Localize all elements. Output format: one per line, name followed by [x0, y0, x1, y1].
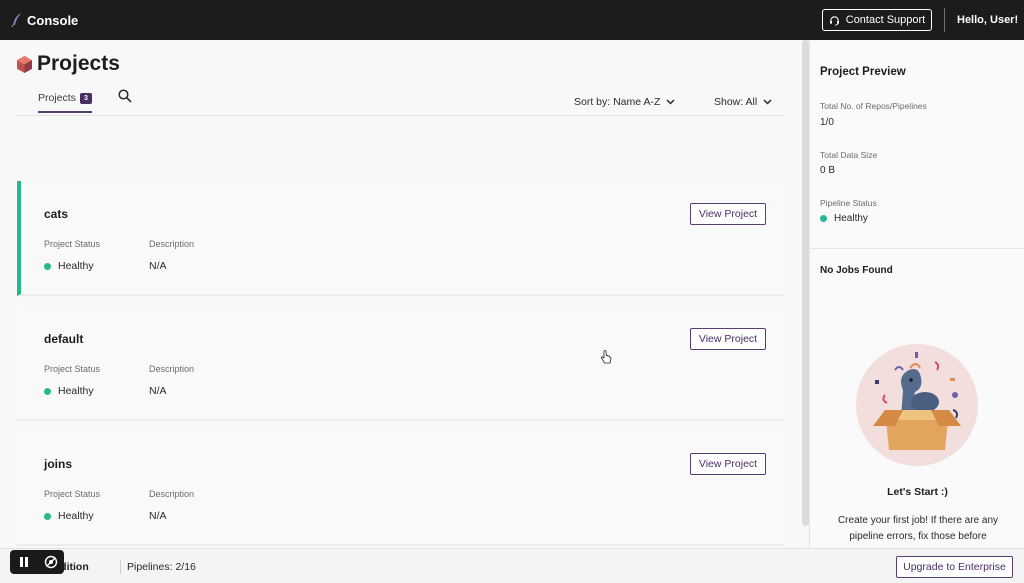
project-card-joins[interactable]: joins View Project Project Status Descri…: [17, 431, 784, 546]
show-dropdown[interactable]: Show: All: [714, 96, 772, 108]
healthy-status-dot: [820, 215, 827, 222]
project-status-label: Project Status: [44, 239, 101, 249]
footer-divider: [120, 560, 121, 574]
healthy-status-dot: [44, 512, 51, 520]
project-card-cats[interactable]: cats View Project Project Status Descrip…: [17, 181, 784, 296]
view-project-button[interactable]: View Project: [690, 453, 766, 475]
headset-icon: [829, 15, 839, 25]
user-greeting[interactable]: Hello, User!: [957, 14, 1018, 26]
description-value: N/A: [149, 385, 167, 397]
brand[interactable]: Console: [11, 12, 78, 28]
project-status-label: Project Status: [44, 364, 101, 374]
top-bar: Console Contact Support Hello, User!: [0, 0, 1024, 40]
pipeline-status-value: Healthy: [820, 213, 868, 224]
footer-bar: ity Edition Pipelines: 2/16 Upgrade to E…: [0, 548, 1024, 583]
preview-title: Project Preview: [820, 66, 906, 78]
healthy-status-dot: [44, 262, 51, 270]
upgrade-to-enterprise-button[interactable]: Upgrade to Enterprise: [896, 556, 1013, 578]
project-status-text: Healthy: [58, 510, 94, 522]
healthy-status-dot: [44, 387, 51, 395]
project-status-value: Healthy: [44, 260, 94, 272]
project-preview-panel: Project Preview Total No. of Repos/Pipel…: [809, 40, 1024, 548]
project-status-text: Healthy: [58, 260, 94, 272]
page-title: Projects: [37, 52, 120, 75]
project-status-value: Healthy: [44, 385, 94, 397]
view-project-button[interactable]: View Project: [690, 203, 766, 225]
page-header: Projects: [17, 52, 120, 76]
pipeline-status-label: Pipeline Status: [820, 198, 877, 208]
main-scrollbar[interactable]: [802, 40, 809, 526]
pipelines-count: Pipelines: 2/16: [127, 561, 196, 573]
feather-logo-icon: [11, 13, 21, 28]
description-value: N/A: [149, 510, 167, 522]
brand-label: Console: [27, 12, 79, 28]
contact-support-button[interactable]: Contact Support: [822, 9, 932, 31]
search-icon[interactable]: [118, 89, 132, 103]
project-status-value: Healthy: [44, 510, 94, 522]
tab-projects[interactable]: Projects 3: [38, 92, 92, 113]
pause-icon[interactable]: [17, 555, 31, 569]
contact-support-label: Contact Support: [845, 14, 926, 26]
description-label: Description: [149, 364, 195, 374]
description-value: N/A: [149, 260, 167, 272]
project-status-text: Healthy: [58, 385, 94, 397]
no-sound-icon[interactable]: [44, 555, 58, 569]
repos-value: 1/0: [820, 117, 834, 128]
chevron-down-icon: [763, 99, 772, 105]
description-label: Description: [149, 239, 195, 249]
elephant-box-illustration: [856, 344, 978, 466]
repos-label: Total No. of Repos/Pipelines: [820, 101, 927, 111]
hand-cursor-icon: [600, 350, 612, 364]
project-card-default[interactable]: default View Project Project Status Desc…: [17, 306, 784, 421]
chevron-down-icon: [666, 99, 675, 105]
show-label: Show: All: [714, 96, 758, 108]
project-status-label: Project Status: [44, 489, 101, 499]
description-label: Description: [149, 489, 195, 499]
create-job-text: Create your first job! If there are any …: [837, 515, 999, 542]
projects-count-badge: 3: [79, 92, 92, 104]
lets-start-heading: Let's Start :): [887, 486, 948, 498]
project-name: cats: [44, 207, 69, 221]
no-jobs-heading: No Jobs Found: [820, 265, 893, 276]
project-name: default: [44, 332, 84, 346]
tabs-divider: [17, 115, 784, 116]
sort-dropdown[interactable]: Sort by: Name A-Z: [574, 96, 675, 108]
view-project-button[interactable]: View Project: [690, 328, 766, 350]
pipeline-status-text: Healthy: [834, 213, 868, 224]
tab-projects-label: Projects: [38, 92, 76, 104]
data-size-value: 0 B: [820, 165, 836, 176]
data-size-label: Total Data Size: [820, 150, 878, 160]
project-name: joins: [44, 457, 73, 471]
panel-divider: [810, 248, 1024, 249]
topbar-divider: [944, 8, 945, 32]
project-tabs: Projects 3: [38, 89, 132, 113]
sort-label: Sort by: Name A-Z: [574, 96, 661, 108]
media-controls: [10, 550, 64, 574]
project-cube-icon: [17, 55, 32, 73]
